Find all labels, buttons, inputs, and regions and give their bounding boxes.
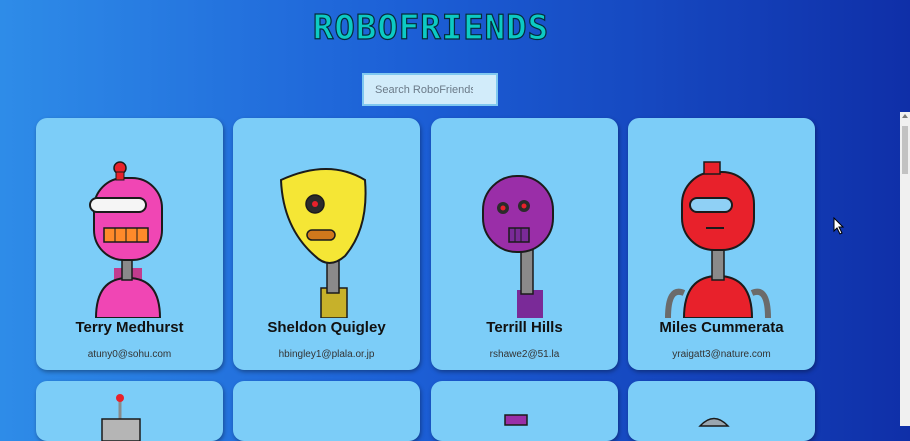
robot-image	[698, 417, 730, 427]
robot-card[interactable]: Miles Cummerata yraigatt3@nature.com	[628, 118, 815, 370]
robot-name: Sheldon Quigley	[267, 319, 386, 336]
robot-email: rshawe2@51.la	[489, 349, 560, 360]
search-input[interactable]	[362, 73, 498, 106]
robot-image	[279, 168, 367, 318]
robot-card[interactable]	[233, 381, 420, 441]
robot-card[interactable]: Sheldon Quigley hbingley1@plala.or.jp	[233, 118, 420, 370]
robot-card[interactable]: Terrill Hills rshawe2@51.la	[431, 118, 618, 370]
app-title: ROBOFRIENDS	[312, 7, 550, 48]
robot-name: Terrill Hills	[486, 319, 563, 336]
robot-name: Miles Cummerata	[659, 319, 784, 336]
robot-email: yraigatt3@nature.com	[672, 349, 771, 360]
robot-card[interactable]	[628, 381, 815, 441]
robot-email: atuny0@sohu.com	[87, 349, 172, 360]
robot-name: Terry Medhurst	[75, 319, 184, 336]
robot-image	[101, 394, 141, 441]
robot-image	[504, 414, 528, 426]
page-scrollbar[interactable]	[900, 112, 910, 426]
robot-image	[665, 161, 771, 318]
robot-email: hbingley1@plala.or.jp	[278, 349, 375, 360]
scrollbar-thumb[interactable]	[902, 126, 908, 174]
robot-card[interactable]	[36, 381, 223, 441]
robot-image	[89, 161, 163, 318]
robot-card[interactable]: Terry Medhurst atuny0@sohu.com	[36, 118, 223, 370]
mouse-cursor-icon	[833, 217, 845, 235]
scroll-up-icon[interactable]	[902, 114, 908, 118]
robot-card[interactable]	[431, 381, 618, 441]
robot-image	[482, 175, 554, 318]
